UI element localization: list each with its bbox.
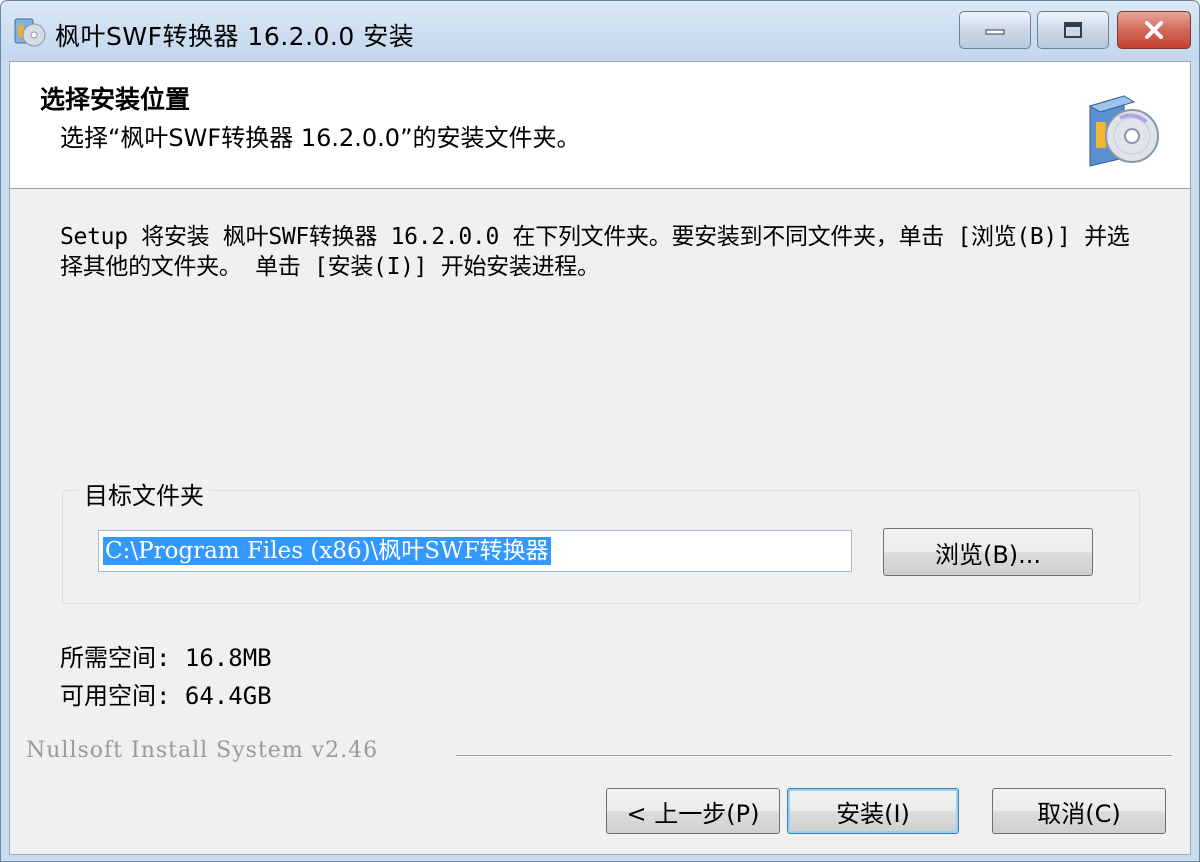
page-subtitle: 选择“枫叶SWF转换器 16.2.0.0”的安装文件夹。	[60, 124, 581, 152]
close-icon	[1145, 21, 1163, 39]
title-bar[interactable]: 枫叶SWF转换器 16.2.0.0 安装	[1, 1, 1199, 61]
back-button[interactable]: < 上一步(P)	[606, 788, 780, 834]
space-available: 可用空间: 64.4GB	[60, 682, 272, 710]
installer-window: 枫叶SWF转换器 16.2.0.0 安装 选择安装位置 选择“枫叶SWF转换器 …	[0, 0, 1200, 862]
browse-button[interactable]: 浏览(B)...	[883, 528, 1093, 576]
minimize-icon	[985, 29, 1005, 35]
destination-path-value: C:\Program Files (x86)\枫叶SWF转换器	[103, 537, 551, 565]
intro-text: Setup 将安装 枫叶SWF转换器 16.2.0.0 在下列文件夹。要安装到不…	[60, 224, 1130, 280]
maximize-icon	[1064, 22, 1082, 38]
close-button[interactable]	[1117, 11, 1191, 49]
page-header: 选择安装位置 选择“枫叶SWF转换器 16.2.0.0”的安装文件夹。	[10, 62, 1190, 189]
minimize-button[interactable]	[959, 11, 1031, 49]
maximize-button[interactable]	[1037, 11, 1109, 49]
destination-folder-label: 目标文件夹	[78, 476, 210, 511]
window-title: 枫叶SWF转换器 16.2.0.0 安装	[55, 22, 415, 51]
page-title: 选择安装位置	[40, 85, 191, 114]
destination-path-input[interactable]: C:\Program Files (x86)\枫叶SWF转换器	[98, 530, 852, 572]
installer-cd-icon	[14, 18, 46, 47]
nsis-branding: Nullsoft Install System v2.46	[26, 738, 379, 763]
branding-divider	[456, 755, 1172, 757]
space-required: 所需空间: 16.8MB	[60, 644, 272, 672]
installer-box-cd-icon	[1088, 95, 1159, 167]
dialog-client-area: 选择安装位置 选择“枫叶SWF转换器 16.2.0.0”的安装文件夹。 Setu…	[9, 61, 1191, 855]
install-button[interactable]: 安装(I)	[787, 788, 959, 834]
cancel-button[interactable]: 取消(C)	[992, 788, 1166, 834]
